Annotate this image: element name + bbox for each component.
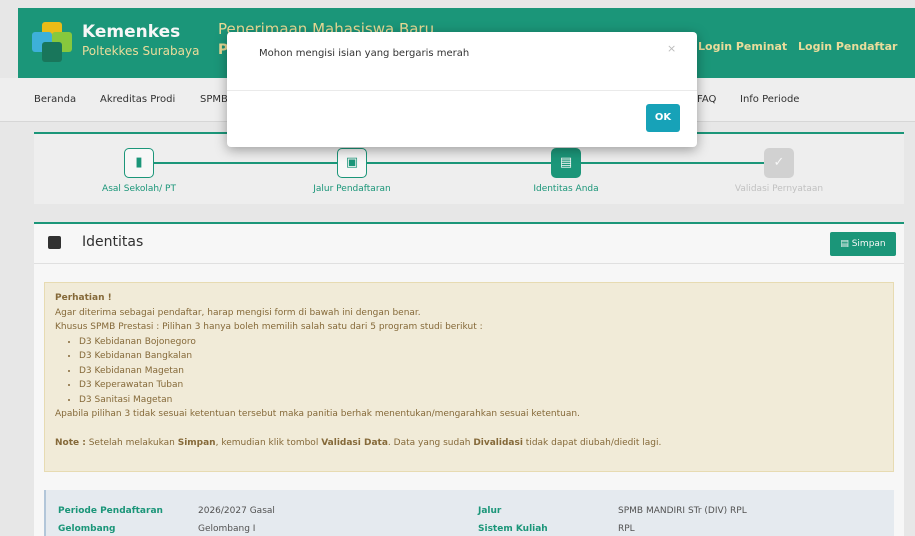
close-icon[interactable]: ×: [667, 42, 676, 55]
validation-modal: Mohon mengisi isian yang bergaris merah …: [227, 32, 697, 147]
modal-message: Mohon mengisi isian yang bergaris merah: [259, 48, 470, 59]
ok-button[interactable]: OK: [646, 104, 680, 132]
modal-divider: [227, 90, 697, 91]
